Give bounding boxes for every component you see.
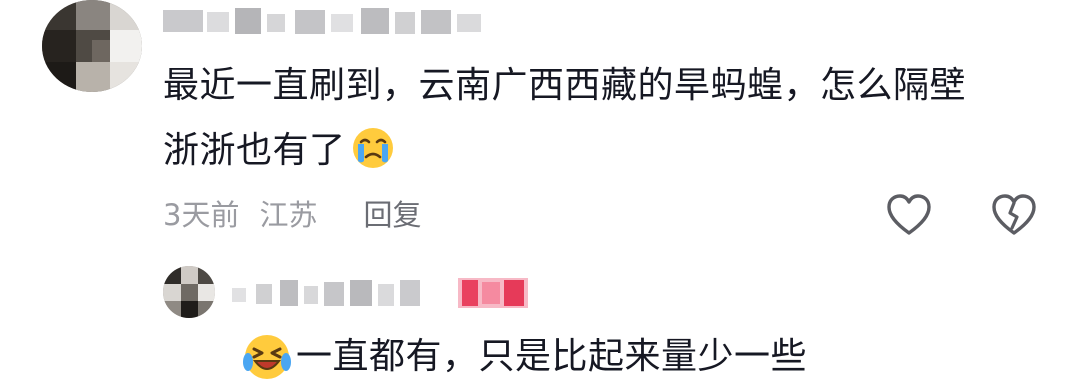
dislike-button[interactable] (990, 193, 1038, 237)
broken-heart-icon (992, 194, 1036, 235)
reply-button[interactable]: 回复 (363, 192, 421, 234)
comment-time: 3天前 (163, 198, 240, 232)
reply-avatar[interactable] (163, 266, 215, 318)
reply-username-pixelated[interactable] (232, 276, 532, 310)
laughing-crying-face-icon (242, 332, 292, 382)
heart-icon (887, 194, 931, 235)
reply-avatar-image (163, 266, 215, 318)
avatar-image (42, 0, 142, 92)
comment-text-line2-label: 浙浙也有了 (163, 130, 346, 171)
comment-text-line2: 浙浙也有了 (163, 127, 1063, 175)
crying-face-icon (352, 127, 394, 169)
username-pixelated[interactable] (163, 2, 498, 42)
comment-text-line1: 最近一直刷到，云南广西西藏的旱蚂蝗，怎么隔壁 (163, 65, 967, 106)
reply-username-blur (232, 278, 528, 308)
comment-meta: 3天前 江苏 回复 (163, 193, 421, 233)
comment-location: 江苏 (259, 198, 318, 232)
like-button[interactable] (885, 193, 933, 237)
username-blur (163, 8, 481, 34)
reply-text: 一直都有，只是比起来量少一些 (242, 332, 807, 382)
reply-text-label: 一直都有，只是比起来量少一些 (296, 336, 808, 377)
avatar[interactable] (42, 0, 142, 92)
